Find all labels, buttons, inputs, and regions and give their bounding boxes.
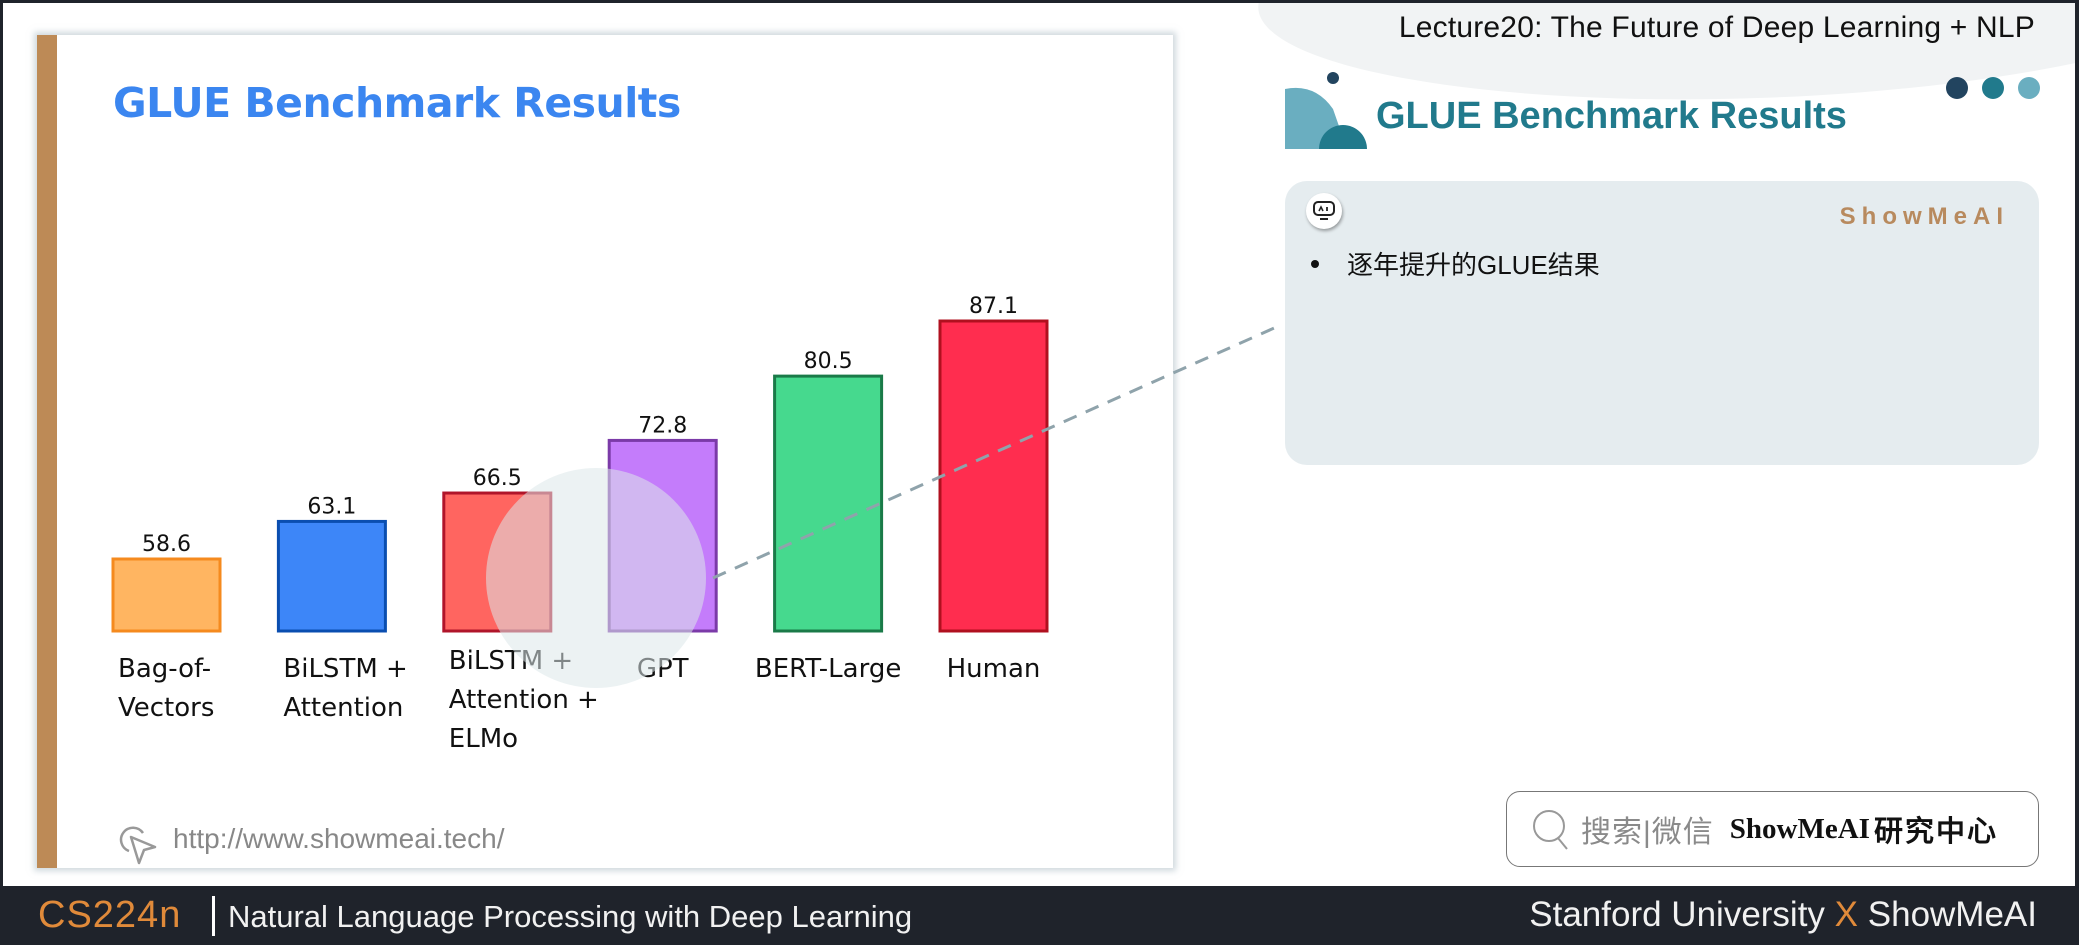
search-placeholder: 搜索|微信 [1581, 816, 1714, 849]
bar-chart: 58.6 Bag-of- Vectors 63.1 BiLSTM + Attention 6… [111, 294, 1049, 754]
course-code: CS224n [38, 894, 182, 936]
footer-university: Stanford University [1529, 895, 1835, 934]
bullet-icon [1311, 259, 1319, 268]
section-logo-icon [1285, 72, 1367, 149]
category-label: BERT-Large [755, 654, 901, 684]
dot-icon [1982, 77, 2004, 99]
note-bullet-text: 逐年提升的GLUE结果 [1347, 250, 1600, 280]
bar-bilstm-attention [276, 519, 387, 633]
category-label: BiLSTM + [283, 654, 407, 684]
note-bullet-item: 逐年提升的GLUE结果 [1311, 245, 1600, 282]
ai-robot-icon [1306, 193, 1342, 229]
category-label: GPT [637, 654, 689, 684]
search-brand-suffix: 研究中心 [1873, 816, 1998, 848]
footer-credits: Stanford University X ShowMeAI [1529, 895, 2037, 935]
lecture-title: Lecture20: The Future of Deep Learning +… [1398, 11, 2035, 44]
data-label: 72.8 [638, 413, 687, 438]
data-label: 58.6 [142, 532, 191, 557]
footer-brand: ShowMeAI [1858, 895, 2037, 934]
brand-tag: ShowMeAI [1839, 203, 2009, 230]
category-label: Attention [283, 693, 403, 723]
section-title: GLUE Benchmark Results [1376, 95, 1847, 137]
category-label: Attention + [449, 685, 599, 715]
category-label: BiLSTM + [449, 646, 573, 676]
data-label: 80.5 [804, 349, 853, 374]
dot-icon [2018, 77, 2040, 99]
course-name: Natural Language Processing with Deep Le… [228, 899, 913, 934]
footer-bar: CS224n Natural Language Processing with … [0, 886, 2079, 945]
footer-divider [212, 896, 215, 936]
category-label: Human [947, 654, 1041, 684]
cursor-click-icon [119, 826, 157, 865]
category-label: ELMo [449, 724, 518, 754]
bar-human [938, 319, 1049, 633]
bar-gpt [607, 438, 718, 633]
dot-icon [1946, 77, 1968, 99]
category-label: Bag-of- [118, 654, 211, 684]
bar-bert-large [773, 374, 884, 633]
note-card: ShowMeAI 逐年提升的GLUE结果 [1285, 181, 2039, 465]
data-label: 63.1 [307, 494, 356, 519]
decorative-dots [1946, 77, 2040, 99]
data-label: 66.5 [473, 466, 522, 491]
bar-bilstm-attention-elmo [442, 491, 553, 633]
search-brand: ShowMeAI [1729, 812, 1870, 845]
slide-url-link[interactable]: http://www.showmeai.tech/ [173, 823, 504, 855]
bar-bag-of-vectors [111, 557, 222, 633]
page-canvas: Lecture20: The Future of Deep Learning +… [3, 3, 2075, 886]
data-label: 87.1 [969, 294, 1018, 319]
category-label: Vectors [118, 693, 214, 723]
wechat-search-box[interactable]: 搜索|微信 ShowMeAI 研究中心 [1506, 791, 2039, 867]
search-icon [1533, 810, 1568, 850]
slide-panel: GLUE Benchmark Results 58.6 Bag-of- Vector… [37, 35, 1173, 868]
footer-x: X [1834, 895, 1859, 934]
